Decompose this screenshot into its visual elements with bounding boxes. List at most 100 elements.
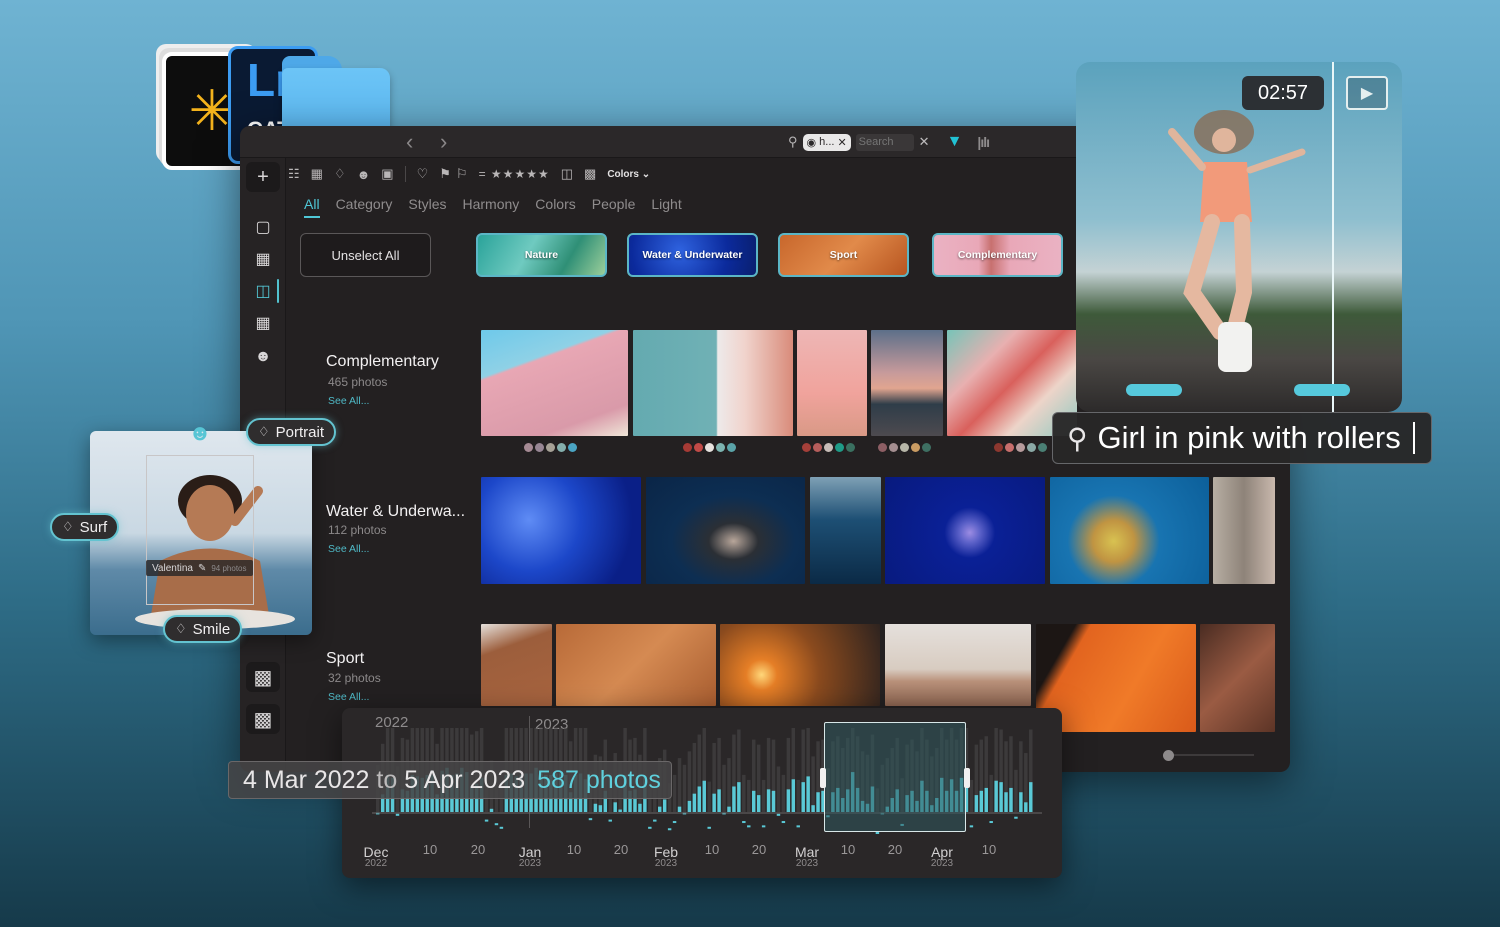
thumbnail-size-slider-knob[interactable] — [1163, 750, 1174, 761]
photo-woman-underwater[interactable] — [646, 477, 805, 584]
person-name-tag[interactable]: Valentina ✎ 94 photos — [146, 560, 253, 576]
palette-swatch[interactable] — [922, 443, 931, 452]
tab-harmony[interactable]: Harmony — [463, 196, 520, 218]
photo-rock-climber[interactable] — [1200, 624, 1275, 732]
tag-smile[interactable]: ♢ Smile — [163, 615, 243, 643]
histogram-bar[interactable] — [974, 795, 979, 812]
histogram-bar[interactable] — [648, 826, 652, 829]
palette-swatch[interactable] — [1005, 443, 1014, 452]
photo-paraglider-sunset[interactable] — [720, 624, 880, 706]
palette-swatch[interactable] — [546, 443, 555, 452]
hierarchy-icon[interactable]: ☷ — [288, 166, 300, 182]
histogram-bar[interactable] — [484, 819, 489, 822]
natural-language-search[interactable]: ⚲ Girl in pink with rollers — [1052, 412, 1432, 464]
palette-swatch[interactable] — [557, 443, 566, 452]
histogram-bar[interactable] — [752, 790, 756, 812]
histogram-bar[interactable] — [707, 826, 711, 829]
histogram-bar[interactable] — [979, 790, 984, 812]
photo-diver[interactable] — [810, 477, 881, 584]
photo-tennis-player[interactable] — [481, 624, 552, 706]
image-icon[interactable]: ▩ — [584, 166, 596, 182]
photo-quad-bike[interactable] — [885, 624, 1031, 706]
photo-tennis-court[interactable] — [556, 624, 716, 706]
histogram-bar[interactable] — [667, 828, 672, 831]
histogram-bar[interactable] — [766, 789, 771, 812]
search-input[interactable] — [855, 133, 914, 151]
histogram-bar[interactable] — [1024, 802, 1028, 812]
histogram-bar[interactable] — [494, 823, 499, 826]
photo-dancer-pier[interactable] — [871, 330, 943, 436]
chip-complementary[interactable]: Complementary — [932, 233, 1063, 277]
histogram-bar[interactable] — [662, 799, 667, 812]
photo-jellyfish-purple[interactable] — [885, 477, 1045, 584]
histogram-bar[interactable] — [816, 792, 820, 812]
see-all-sport[interactable]: See All... — [328, 691, 369, 703]
palette-swatch[interactable] — [1027, 443, 1036, 452]
palette-swatch[interactable] — [1016, 443, 1025, 452]
histogram-bar[interactable] — [742, 821, 746, 824]
histogram-bar[interactable] — [1009, 787, 1013, 812]
tab-category[interactable]: Category — [336, 196, 393, 218]
playhead[interactable] — [1332, 62, 1334, 412]
unselect-all-button[interactable]: Unselect All — [300, 233, 431, 277]
histogram-bar[interactable] — [692, 793, 697, 812]
photo-snorkeler-starfish[interactable] — [1050, 477, 1209, 584]
video-preview-card[interactable]: 02:57 ▶ — [1076, 62, 1402, 412]
see-all-complementary[interactable]: See All... — [328, 395, 369, 407]
histogram-bar[interactable] — [687, 800, 692, 812]
histogram-bar[interactable] — [598, 805, 603, 812]
see-all-water[interactable]: See All... — [328, 543, 369, 555]
palette-swatch[interactable] — [911, 443, 920, 452]
tab-people[interactable]: People — [592, 196, 636, 218]
reject-flag-icon[interactable]: ⚐ — [456, 166, 468, 182]
photo-pink-building[interactable] — [481, 330, 628, 436]
palette-swatch[interactable] — [889, 443, 898, 452]
palette-swatch[interactable] — [1038, 443, 1047, 452]
tab-light[interactable]: Light — [651, 196, 681, 218]
histogram-bar[interactable] — [781, 821, 786, 824]
palette-swatch[interactable] — [824, 443, 833, 452]
thumbnail-size-slider-track[interactable] — [1168, 754, 1254, 756]
add-button[interactable]: + — [246, 162, 280, 192]
palette-swatch[interactable] — [705, 443, 714, 452]
rating-filter[interactable]: = ★★★★★ — [479, 167, 550, 181]
histogram-bar[interactable] — [499, 826, 504, 829]
palette-swatch[interactable] — [524, 443, 533, 452]
histogram-bar[interactable] — [806, 776, 810, 812]
trim-handle-right[interactable] — [1294, 384, 1350, 396]
single-view-icon[interactable]: ▢ — [246, 212, 280, 242]
histogram-bar[interactable] — [1029, 782, 1033, 812]
face-recognition-card[interactable] — [90, 431, 312, 635]
palette-swatch[interactable] — [835, 443, 844, 452]
photo-street-posters[interactable] — [1213, 477, 1275, 584]
people-album-icon[interactable]: ☻ — [246, 342, 280, 372]
palette-swatch[interactable] — [900, 443, 909, 452]
selection-handle-right[interactable] — [964, 768, 970, 788]
tag-icon[interactable]: ♢ — [334, 166, 346, 182]
search-filter-chip[interactable]: ◉ h... ✕ — [802, 133, 851, 151]
grid-view-icon[interactable]: ▦ — [246, 244, 280, 274]
tag-surf[interactable]: ♢ Surf — [50, 513, 120, 541]
edit-icon[interactable]: ✎ — [198, 563, 206, 574]
colors-dropdown[interactable]: Colors ⌄ — [607, 169, 650, 180]
histogram-bar[interactable] — [712, 793, 716, 812]
histogram-bar[interactable] — [747, 825, 751, 828]
histogram-bar[interactable] — [593, 803, 598, 812]
tab-colors[interactable]: Colors — [535, 196, 575, 218]
trim-handle-left[interactable] — [1126, 384, 1182, 396]
histogram-bar[interactable] — [771, 790, 776, 812]
histogram-bar[interactable] — [776, 813, 781, 816]
smart-albums-icon[interactable]: ◫ — [246, 276, 280, 306]
palette-swatch[interactable] — [683, 443, 692, 452]
histogram-bar[interactable] — [613, 802, 617, 812]
chip-sport[interactable]: Sport — [778, 233, 909, 277]
histogram-bar[interactable] — [791, 779, 796, 812]
histogram-bar[interactable] — [717, 789, 721, 812]
tab-styles[interactable]: Styles — [408, 196, 446, 218]
tab-all[interactable]: All — [304, 196, 320, 218]
histogram-bar[interactable] — [994, 780, 998, 812]
palette-swatch[interactable] — [716, 443, 725, 452]
palette-swatch[interactable] — [535, 443, 544, 452]
clear-search-icon[interactable]: ✕ — [919, 134, 930, 150]
map-icon[interactable]: ▦ — [246, 308, 280, 338]
